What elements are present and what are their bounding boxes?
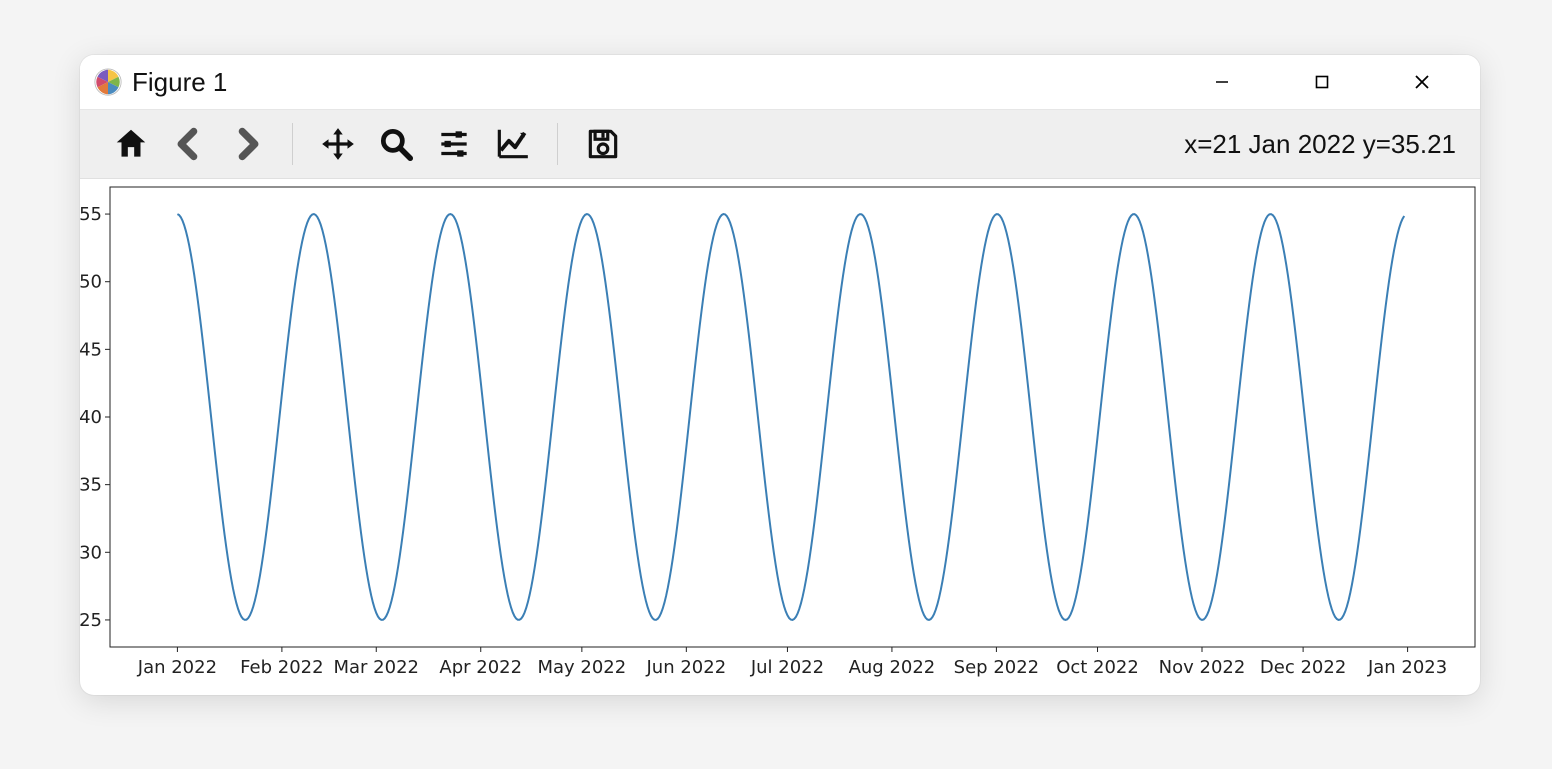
toolbar: x=21 Jan 2022 y=35.21 bbox=[80, 109, 1480, 179]
svg-text:Jan 2022: Jan 2022 bbox=[137, 657, 217, 678]
svg-text:Jun 2022: Jun 2022 bbox=[646, 657, 727, 678]
svg-text:45: 45 bbox=[80, 339, 102, 360]
svg-text:Apr 2022: Apr 2022 bbox=[439, 657, 522, 678]
svg-text:35: 35 bbox=[80, 475, 102, 496]
line-chart: 25 30 35 40 45 50 55 Jan 2022 Feb 2022 Mar 2022 Ap… bbox=[80, 179, 1480, 695]
svg-text:Jul 2022: Jul 2022 bbox=[750, 657, 824, 678]
toolbar-separator bbox=[557, 123, 558, 165]
svg-text:30: 30 bbox=[80, 542, 102, 563]
forward-button[interactable] bbox=[218, 116, 276, 172]
edit-axes-button[interactable] bbox=[483, 116, 541, 172]
minimize-button[interactable] bbox=[1172, 55, 1272, 109]
titlebar: Figure 1 bbox=[80, 55, 1480, 109]
close-button[interactable] bbox=[1372, 55, 1472, 109]
svg-text:Mar 2022: Mar 2022 bbox=[334, 657, 420, 678]
svg-text:Feb 2022: Feb 2022 bbox=[240, 657, 323, 678]
zoom-button[interactable] bbox=[367, 116, 425, 172]
svg-text:55: 55 bbox=[80, 204, 102, 225]
maximize-button[interactable] bbox=[1272, 55, 1372, 109]
svg-text:50: 50 bbox=[80, 272, 102, 293]
save-button[interactable] bbox=[574, 116, 632, 172]
coordinate-readout: x=21 Jan 2022 y=35.21 bbox=[1184, 129, 1462, 160]
svg-text:Nov 2022: Nov 2022 bbox=[1159, 657, 1246, 678]
svg-text:Oct 2022: Oct 2022 bbox=[1056, 657, 1139, 678]
pan-button[interactable] bbox=[309, 116, 367, 172]
home-button[interactable] bbox=[102, 116, 160, 172]
plot-area[interactable]: 25 30 35 40 45 50 55 Jan 2022 Feb 2022 Mar 2022 Ap… bbox=[80, 179, 1480, 695]
svg-text:Aug 2022: Aug 2022 bbox=[849, 657, 936, 678]
svg-text:Dec 2022: Dec 2022 bbox=[1260, 657, 1346, 678]
window-title: Figure 1 bbox=[132, 67, 227, 98]
svg-text:40: 40 bbox=[80, 407, 102, 428]
svg-text:25: 25 bbox=[80, 610, 102, 631]
svg-text:May 2022: May 2022 bbox=[537, 657, 626, 678]
figure-window: Figure 1 bbox=[80, 55, 1480, 695]
svg-text:Jan 2023: Jan 2023 bbox=[1367, 657, 1447, 678]
configure-subplots-button[interactable] bbox=[425, 116, 483, 172]
back-button[interactable] bbox=[160, 116, 218, 172]
svg-text:Sep 2022: Sep 2022 bbox=[954, 657, 1039, 678]
matplotlib-icon bbox=[94, 68, 122, 96]
toolbar-separator bbox=[292, 123, 293, 165]
